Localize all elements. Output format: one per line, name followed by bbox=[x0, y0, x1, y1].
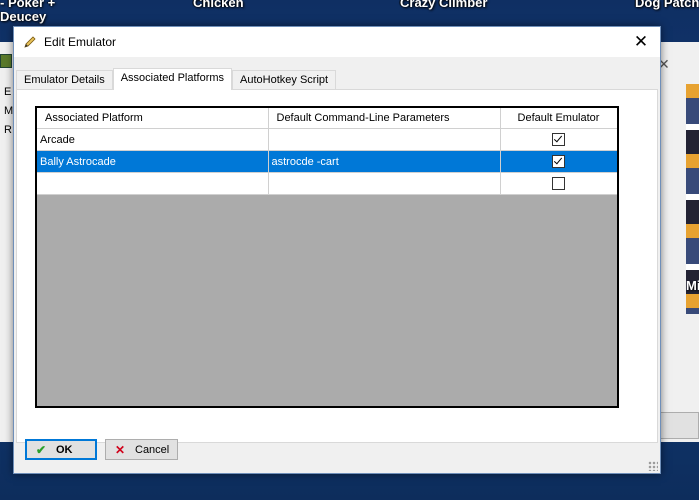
desktop-game-label[interactable]: Mis bbox=[686, 278, 699, 293]
platform-cell[interactable] bbox=[37, 172, 269, 195]
column-header-platform[interactable]: Associated Platform bbox=[37, 108, 269, 129]
desktop-game-label[interactable]: Deucey bbox=[0, 9, 46, 24]
tab-autohotkey-script[interactable]: AutoHotkey Script bbox=[232, 70, 337, 90]
default-cell bbox=[500, 150, 617, 173]
desktop-game-label[interactable]: Crazy Climber bbox=[400, 0, 487, 10]
ok-label: OK bbox=[56, 443, 73, 456]
default-emulator-checkbox[interactable] bbox=[552, 133, 565, 146]
background-label: M bbox=[4, 105, 14, 117]
column-header-default[interactable]: Default Emulator bbox=[500, 108, 617, 129]
edit-emulator-dialog: Edit Emulator ✕ Emulator Details Associa… bbox=[13, 26, 661, 474]
dialog-title: Edit Emulator bbox=[44, 35, 117, 49]
dialog-titlebar[interactable]: Edit Emulator ✕ bbox=[14, 27, 660, 57]
tab-emulator-details[interactable]: Emulator Details bbox=[16, 70, 113, 90]
table-header-row: Associated Platform Default Command-Line… bbox=[37, 108, 617, 129]
background-app-icon bbox=[0, 54, 12, 68]
close-icon[interactable]: ✕ bbox=[626, 27, 656, 57]
x-icon: ✕ bbox=[114, 442, 126, 457]
column-header-params[interactable]: Default Command-Line Parameters bbox=[268, 108, 501, 129]
ok-button[interactable]: ✔ OK bbox=[25, 439, 97, 460]
cancel-label: Cancel bbox=[135, 443, 170, 456]
table-row[interactable] bbox=[37, 172, 617, 195]
platform-cell[interactable]: Arcade bbox=[37, 128, 269, 151]
table-row[interactable]: Arcade bbox=[37, 128, 617, 151]
params-cell[interactable] bbox=[268, 128, 501, 151]
background-side-labels: E M R bbox=[0, 86, 14, 166]
resize-grip[interactable] bbox=[648, 461, 658, 471]
background-label: R bbox=[4, 124, 12, 136]
background-label: E bbox=[4, 86, 12, 98]
default-emulator-checkbox[interactable] bbox=[552, 177, 565, 190]
tab-strip: Emulator Details Associated Platforms Au… bbox=[16, 68, 337, 90]
check-icon: ✔ bbox=[35, 442, 47, 457]
default-cell bbox=[500, 172, 617, 195]
tab-associated-platforms[interactable]: Associated Platforms bbox=[112, 68, 233, 90]
cancel-button[interactable]: ✕ Cancel bbox=[105, 439, 178, 460]
associated-platforms-panel: Associated Platform Default Command-Line… bbox=[16, 89, 658, 443]
table-row[interactable]: Bally Astrocade astrocde -cart bbox=[37, 150, 617, 173]
params-cell[interactable]: astrocde -cart bbox=[268, 150, 501, 173]
default-emulator-checkbox[interactable] bbox=[552, 155, 565, 168]
default-cell bbox=[500, 128, 617, 151]
pencil-icon bbox=[24, 36, 36, 48]
desktop-game-label[interactable]: Dog Patch bbox=[635, 0, 699, 10]
desktop-game-label[interactable]: Chicken bbox=[193, 0, 244, 10]
platforms-table: Associated Platform Default Command-Line… bbox=[37, 108, 617, 195]
params-cell[interactable] bbox=[268, 172, 501, 195]
platforms-grid[interactable]: Associated Platform Default Command-Line… bbox=[35, 106, 619, 408]
background-button[interactable] bbox=[657, 412, 699, 439]
platform-cell[interactable]: Bally Astrocade bbox=[37, 150, 269, 173]
